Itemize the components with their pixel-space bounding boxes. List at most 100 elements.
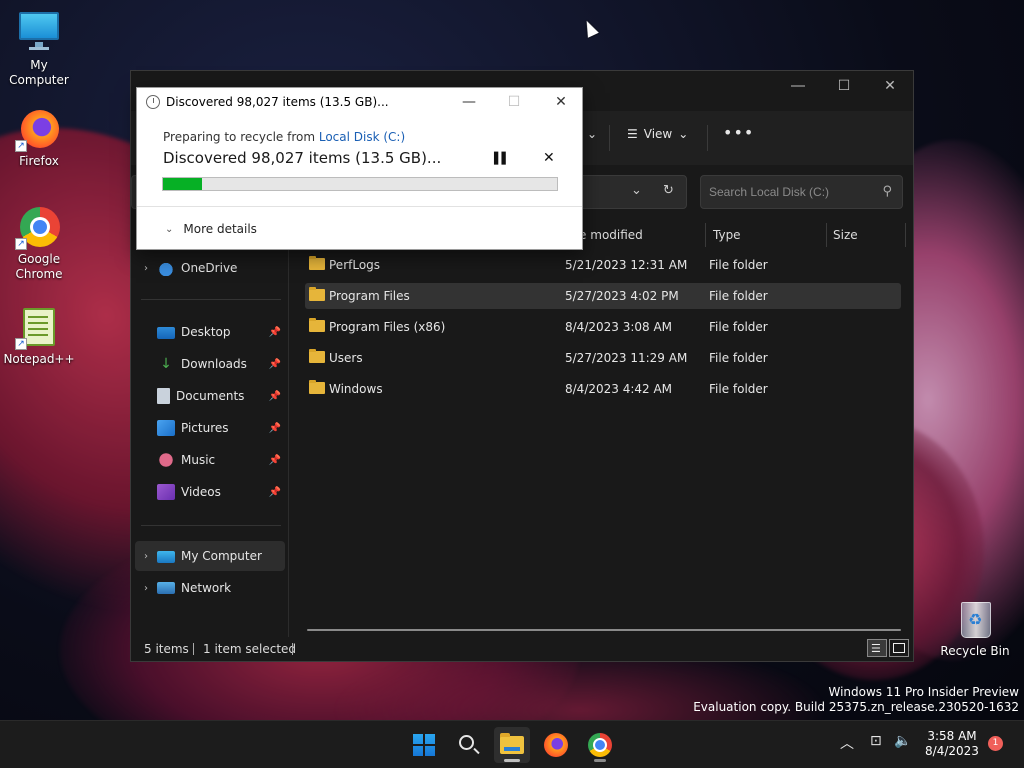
column-divider[interactable] [826,223,827,247]
status-item-count: 5 items [144,642,189,656]
minimize-button[interactable]: ― [775,71,821,101]
horizontal-scrollbar[interactable] [307,629,901,631]
row-date: 8/4/2023 4:42 AM [565,382,673,396]
nav-item-pictures[interactable]: Pictures 📌 [135,413,285,443]
table-row[interactable]: Windows 8/4/2023 4:42 AM File folder [305,376,901,402]
desktop-icon-firefox[interactable]: ↗ Firefox [1,106,77,169]
pause-button[interactable]: ▌▌ [494,152,510,165]
network-icon [157,582,175,594]
taskbar-chrome[interactable] [582,727,618,763]
nav-item-music[interactable]: Music 📌 [135,445,285,475]
row-name: Program Files (x86) [329,320,446,334]
nav-item-desktop[interactable]: Desktop 📌 [135,317,285,347]
notepad-plus-plus-icon: ↗ [15,304,61,350]
nav-item-label: Downloads [181,357,247,371]
start-button[interactable] [406,727,442,763]
column-header-type[interactable]: Type [713,223,741,247]
tiles-view-button[interactable] [889,639,909,657]
notification-badge[interactable]: 1 [988,736,1003,751]
nav-item-documents[interactable]: Documents 📌 [135,381,285,411]
table-row[interactable]: Program Files 5/27/2023 4:02 PM File fol… [305,283,901,309]
taskbar-clock[interactable]: 3:58 AM 8/4/2023 [922,729,982,759]
chevron-right-icon[interactable]: › [135,263,157,274]
chrome-icon: ↗ [15,204,61,250]
desktop-icon-recycle-bin[interactable]: ♻ Recycle Bin [937,596,1013,659]
view-list-icon: ☰ [627,127,638,141]
row-date: 8/4/2023 3:08 AM [565,320,673,334]
chevron-right-icon[interactable]: › [135,583,157,594]
computer-icon [157,550,175,563]
more-details-button[interactable]: ⌄ More details [165,222,257,236]
nav-item-label: Pictures [181,421,229,435]
nav-item-onedrive[interactable]: › OneDrive [135,253,285,283]
nav-item-videos[interactable]: Videos 📌 [135,477,285,507]
more-details-label: More details [183,222,257,236]
column-header-size[interactable]: Size [833,223,858,247]
dialog-close-button[interactable]: ✕ [546,92,576,112]
nav-item-my-computer[interactable]: › My Computer [135,541,285,571]
chevron-down-icon: ⌄ [678,127,689,141]
recycle-progress-dialog: Discovered 98,027 items (13.5 GB)... — ☐… [136,87,583,250]
sort-dropdown-chevron-icon[interactable]: ⌄ [587,127,597,141]
table-row[interactable]: PerfLogs 5/21/2023 12:31 AM File folder [305,252,901,278]
desktop-icon-label: Recycle Bin [940,644,1010,658]
taskbar-search-button[interactable] [450,727,486,763]
chrome-icon [588,733,612,757]
dialog-subtitle: Preparing to recycle from Local Disk (C:… [163,130,405,144]
column-divider[interactable] [905,223,906,247]
dialog-title-bar: Discovered 98,027 items (13.5 GB)... — ☐… [137,88,582,116]
desktop-icon-label: My Computer [9,58,69,87]
row-type: File folder [709,320,768,334]
onedrive-cloud-icon [157,260,175,276]
network-status-icon[interactable]: ⊡ [870,733,882,768]
table-row[interactable]: Program Files (x86) 8/4/2023 3:08 AM Fil… [305,314,901,340]
firefox-icon: ↗ [15,106,61,152]
more-options-button[interactable]: ••• [723,123,754,142]
volume-icon[interactable]: 🔈 [894,733,911,768]
nav-item-network[interactable]: › Network [135,573,285,603]
chevron-right-icon[interactable]: › [135,551,157,562]
toolbar-divider [707,125,708,151]
nav-item-label: Network [181,581,232,595]
desktop-icon-my-computer[interactable]: My Computer [1,10,77,88]
cancel-button[interactable]: ✕ [543,150,555,166]
close-button[interactable]: ✕ [867,71,913,101]
row-date: 5/27/2023 11:29 AM [565,351,688,365]
table-row[interactable]: Users 5/27/2023 11:29 AM File folder [305,345,901,371]
taskbar-firefox[interactable] [538,727,574,763]
running-indicator [504,759,520,762]
refresh-button[interactable]: ↻ [663,183,674,198]
details-view-button[interactable]: ☰ [867,639,887,657]
row-date: 5/27/2023 4:02 PM [565,289,679,303]
view-button[interactable]: ☰ View ⌄ [627,127,688,141]
desktop-icon-notepad-plus-plus[interactable]: ↗ Notepad++ [1,304,77,367]
pin-icon: 📌 [268,390,281,402]
source-location-link[interactable]: Local Disk (C:) [319,130,405,144]
taskbar-file-explorer[interactable] [494,727,530,763]
file-explorer-icon [500,733,524,754]
dialog-maximize-button: ☐ [507,94,521,110]
row-type: File folder [709,382,768,396]
dialog-subtitle-prefix: Preparing to recycle from [163,130,319,144]
music-icon [157,452,175,468]
search-box[interactable]: ⚲ [700,175,903,209]
folder-icon [309,380,325,394]
nav-item-downloads[interactable]: ↓ Downloads 📌 [135,349,285,379]
nav-item-label: Music [181,453,216,467]
pin-icon: 📌 [268,486,281,498]
nav-item-label: Videos [181,485,221,499]
column-divider[interactable] [705,223,706,247]
dialog-divider [137,206,582,207]
folder-icon [309,287,325,301]
pictures-icon [157,420,175,436]
nav-item-label: Desktop [181,325,231,339]
details-view-icon: ☰ [871,642,881,655]
desktop-icon-google-chrome[interactable]: ↗ Google Chrome [1,204,77,282]
show-hidden-icons-chevron-icon[interactable]: ︿ [840,733,854,768]
address-history-chevron-icon[interactable]: ⌄ [631,183,642,198]
row-date: 5/21/2023 12:31 AM [565,258,688,272]
search-input[interactable] [709,184,869,200]
maximize-button[interactable]: ☐ [821,71,867,101]
dialog-minimize-button[interactable]: — [454,92,484,112]
row-name: Program Files [329,289,410,303]
